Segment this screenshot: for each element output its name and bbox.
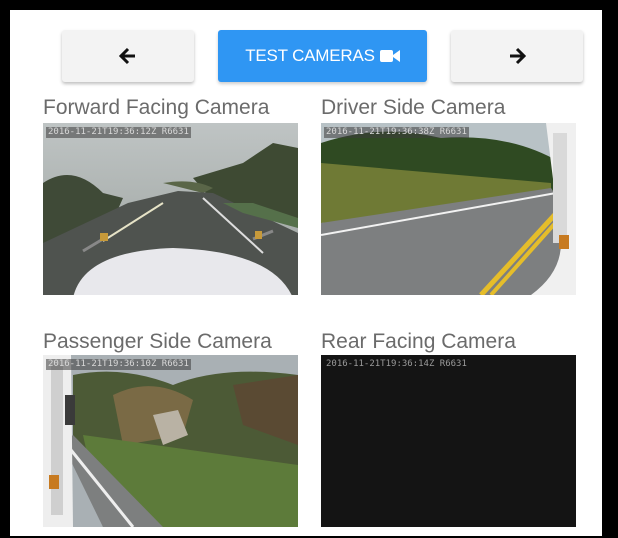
next-button[interactable] — [451, 30, 583, 82]
camera-feed-forward[interactable]: 2016-11-21T19:36:12Z R6631 — [43, 123, 298, 295]
arrow-left-icon — [119, 47, 135, 65]
camera-title-driver-side: Driver Side Camera — [321, 96, 506, 119]
camera-title-passenger-side: Passenger Side Camera — [43, 330, 272, 353]
camera-timestamp: 2016-11-21T19:36:10Z R6631 — [46, 359, 191, 370]
camera-feed-driver-side[interactable]: 2016-11-21T19:36:38Z R6631 — [321, 123, 576, 295]
previous-button[interactable] — [62, 30, 194, 82]
camera-timestamp: 2016-11-21T19:36:12Z R6631 — [46, 127, 191, 138]
test-cameras-label: TEST CAMERAS — [245, 46, 375, 65]
camera-timestamp: 2016-11-21T19:36:38Z R6631 — [324, 127, 469, 138]
arrow-right-icon — [510, 47, 526, 65]
app-frame: TEST CAMERAS Forward Facing Camera 2016-… — [0, 0, 618, 538]
camera-title-forward: Forward Facing Camera — [43, 96, 270, 119]
camera-title-rear: Rear Facing Camera — [321, 330, 516, 353]
test-cameras-button[interactable]: TEST CAMERAS — [218, 30, 427, 82]
camera-feed-passenger-side[interactable]: 2016-11-21T19:36:10Z R6631 — [43, 355, 298, 527]
camera-timestamp: 2016-11-21T19:36:14Z R6631 — [326, 359, 467, 369]
video-camera-icon — [379, 50, 400, 62]
camera-feed-rear[interactable]: 2016-11-21T19:36:14Z R6631 — [321, 355, 576, 527]
